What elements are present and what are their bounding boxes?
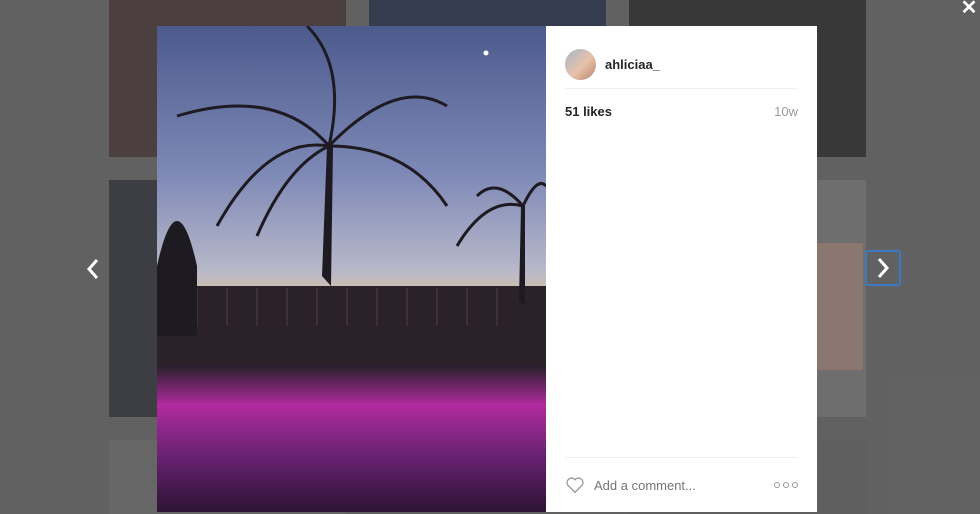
more-options-icon — [774, 482, 780, 488]
heart-icon[interactable] — [565, 476, 585, 494]
post-details-panel: ahliciaa_ 51 likes 10w — [546, 26, 817, 512]
post-meta: 51 likes 10w — [565, 104, 798, 119]
comment-bar — [565, 457, 798, 512]
previous-post-button[interactable] — [76, 252, 110, 286]
next-post-button[interactable] — [865, 250, 901, 286]
username-link[interactable]: ahliciaa_ — [605, 57, 660, 72]
post-modal: ahliciaa_ 51 likes 10w — [157, 26, 817, 512]
photo-scene — [157, 26, 546, 366]
chevron-right-icon — [877, 258, 890, 278]
close-icon: ✕ — [960, 0, 978, 19]
close-button[interactable]: ✕ — [958, 0, 980, 18]
comment-input[interactable] — [594, 477, 774, 493]
likes-count[interactable]: 51 likes — [565, 104, 612, 119]
post-photo[interactable] — [157, 26, 546, 512]
avatar[interactable] — [565, 48, 596, 80]
chevron-left-icon — [86, 259, 99, 279]
more-options-button[interactable] — [774, 482, 798, 488]
post-age[interactable]: 10w — [774, 104, 798, 119]
post-header: ahliciaa_ — [565, 40, 798, 89]
